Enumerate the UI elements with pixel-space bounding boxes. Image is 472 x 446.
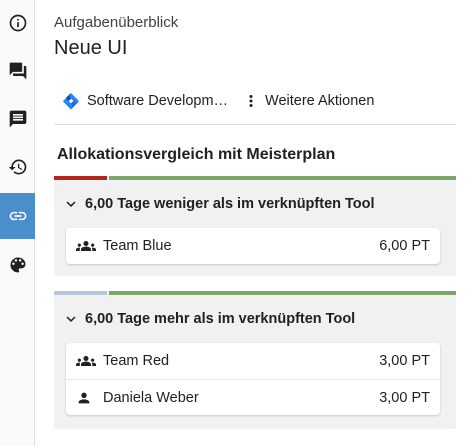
info-button[interactable]	[0, 0, 35, 46]
toolbar-divider	[54, 124, 456, 125]
link-button[interactable]	[0, 193, 35, 239]
more-vertical-icon	[249, 95, 253, 107]
group-icon	[76, 352, 98, 370]
group-toggle[interactable]: 6,00 Tage mehr als im verknüpften Tool	[62, 306, 355, 332]
bar-segment-primary	[54, 291, 107, 295]
allocation-name: Team Red	[103, 353, 170, 369]
page-title: Neue UI	[54, 37, 128, 59]
page-subtitle: Aufgabenüberblick	[54, 14, 179, 31]
group-color-bar	[54, 176, 456, 180]
person-icon	[76, 389, 98, 407]
more-actions-button[interactable]: Weitere Aktionen	[236, 86, 382, 116]
jira-icon	[63, 92, 79, 110]
history-button[interactable]	[0, 144, 35, 190]
bar-segment-secondary	[109, 291, 456, 295]
bar-segment-secondary	[109, 176, 456, 180]
allocation-value: 3,00 PT	[379, 389, 430, 406]
group-toggle[interactable]: 6,00 Tage weniger als im verknüpften Too…	[62, 191, 375, 217]
link-icon	[9, 211, 26, 221]
allocation-card: Team Red 3,00 PT Daniela Weber 3,00 PT	[66, 343, 440, 415]
chat-icon	[9, 62, 26, 80]
allocation-name: Daniela Weber	[103, 389, 199, 406]
history-icon	[8, 159, 26, 175]
chevron-down-icon	[66, 201, 76, 207]
section-title: Allokationsvergleich mit Meisterplan	[57, 146, 336, 163]
comparison-group-less: 6,00 Tage weniger als im verknüpften Too…	[54, 176, 456, 276]
allocation-row[interactable]: Team Blue 6,00 PT	[66, 228, 440, 264]
group-color-bar	[54, 291, 456, 295]
chat-button[interactable]	[0, 48, 35, 94]
group-label: 6,00 Tage mehr als im verknüpften Tool	[85, 311, 356, 327]
group-label: 6,00 Tage weniger als im verknüpften Too…	[85, 196, 375, 212]
comment-icon	[9, 110, 26, 128]
allocation-row[interactable]: Daniela Weber 3,00 PT	[66, 379, 440, 415]
project-link-button[interactable]: Software Developm…	[54, 86, 236, 116]
toolbar: Software Developm… Weitere Aktionen	[54, 86, 382, 116]
more-actions-label: Weitere Aktionen	[265, 93, 375, 109]
bar-segment-primary	[54, 176, 107, 180]
allocation-card: Team Blue 6,00 PT	[66, 228, 440, 264]
side-rail	[0, 0, 35, 446]
palette-icon	[10, 257, 25, 273]
allocation-value: 6,00 PT	[379, 238, 430, 254]
comment-button[interactable]	[0, 96, 35, 142]
allocation-name: Team Blue	[103, 238, 172, 254]
palette-button[interactable]	[0, 242, 35, 288]
group-icon	[76, 237, 98, 255]
info-icon	[9, 14, 26, 32]
chevron-down-icon	[66, 316, 76, 322]
allocation-row[interactable]: Team Red 3,00 PT	[66, 343, 440, 379]
comparison-group-more: 6,00 Tage mehr als im verknüpften Tool T…	[54, 291, 456, 429]
project-link-label: Software Developm…	[87, 93, 229, 109]
allocation-value: 3,00 PT	[379, 353, 430, 369]
